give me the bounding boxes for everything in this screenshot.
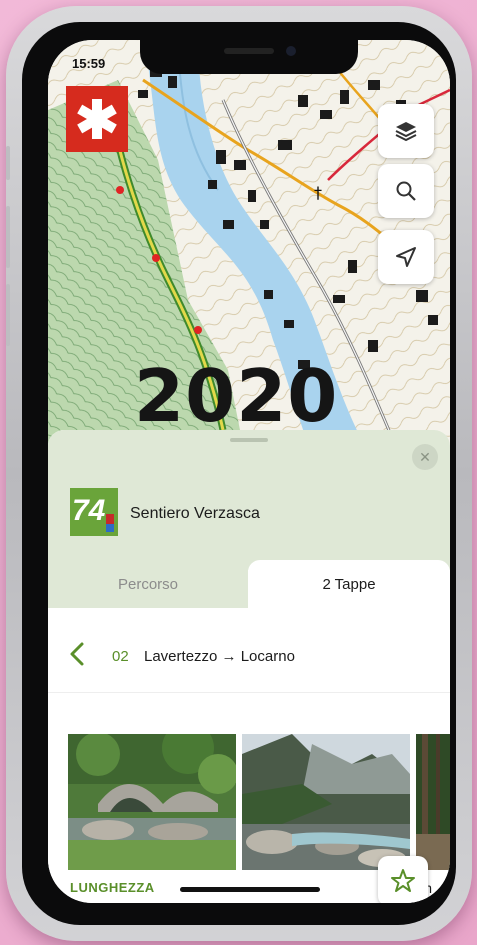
photo-river[interactable] — [242, 734, 410, 870]
photo-gallery[interactable] — [68, 734, 450, 870]
star-icon-logo — [77, 99, 117, 139]
star-icon — [391, 869, 415, 892]
app-screen: 15:59 † 2020 ✕ 74 Sentiero Verzasca Perc… — [48, 40, 450, 903]
chevron-left-icon — [70, 642, 84, 666]
layers-icon — [395, 122, 417, 142]
route-title: Sentiero Verzasca — [130, 505, 260, 522]
favorite-button[interactable] — [378, 856, 428, 903]
photo-forest[interactable] — [416, 734, 450, 870]
home-indicator[interactable] — [180, 887, 320, 892]
notch — [140, 40, 358, 74]
swiss-star-logo — [66, 86, 128, 152]
layers-button[interactable] — [378, 104, 434, 158]
tab-tappe[interactable]: 2 Tappe — [248, 560, 450, 608]
photo-bridge[interactable] — [68, 734, 236, 870]
volume-down-button — [6, 284, 10, 346]
divider — [48, 692, 450, 693]
close-icon: ✕ — [419, 448, 431, 465]
back-button[interactable] — [66, 640, 90, 668]
length-label: LUNGHEZZA — [70, 880, 155, 895]
route-number: 74 — [72, 494, 106, 527]
stage-number: 02 — [112, 648, 129, 665]
tab-percorso[interactable]: Percorso — [48, 560, 248, 608]
search-button[interactable] — [378, 164, 434, 218]
search-icon — [396, 181, 416, 201]
year-overlay: 2020 — [134, 354, 339, 438]
locate-button[interactable] — [378, 230, 434, 284]
volume-up-button — [6, 206, 10, 268]
stage-header: 02 Lavertezzo → Locarno — [48, 630, 450, 680]
mute-switch — [6, 146, 10, 180]
stage-name: Lavertezzo → Locarno — [144, 648, 295, 665]
route-number-badge: 74 — [70, 488, 118, 536]
location-arrow-icon — [396, 247, 416, 267]
status-time: 15:59 — [72, 56, 106, 71]
route-bottom-sheet: ✕ 74 Sentiero Verzasca Percorso 2 Tappe … — [48, 430, 450, 903]
close-button[interactable]: ✕ — [412, 444, 438, 470]
sheet-grabber[interactable] — [230, 438, 268, 442]
svg-text:†: † — [314, 183, 322, 202]
